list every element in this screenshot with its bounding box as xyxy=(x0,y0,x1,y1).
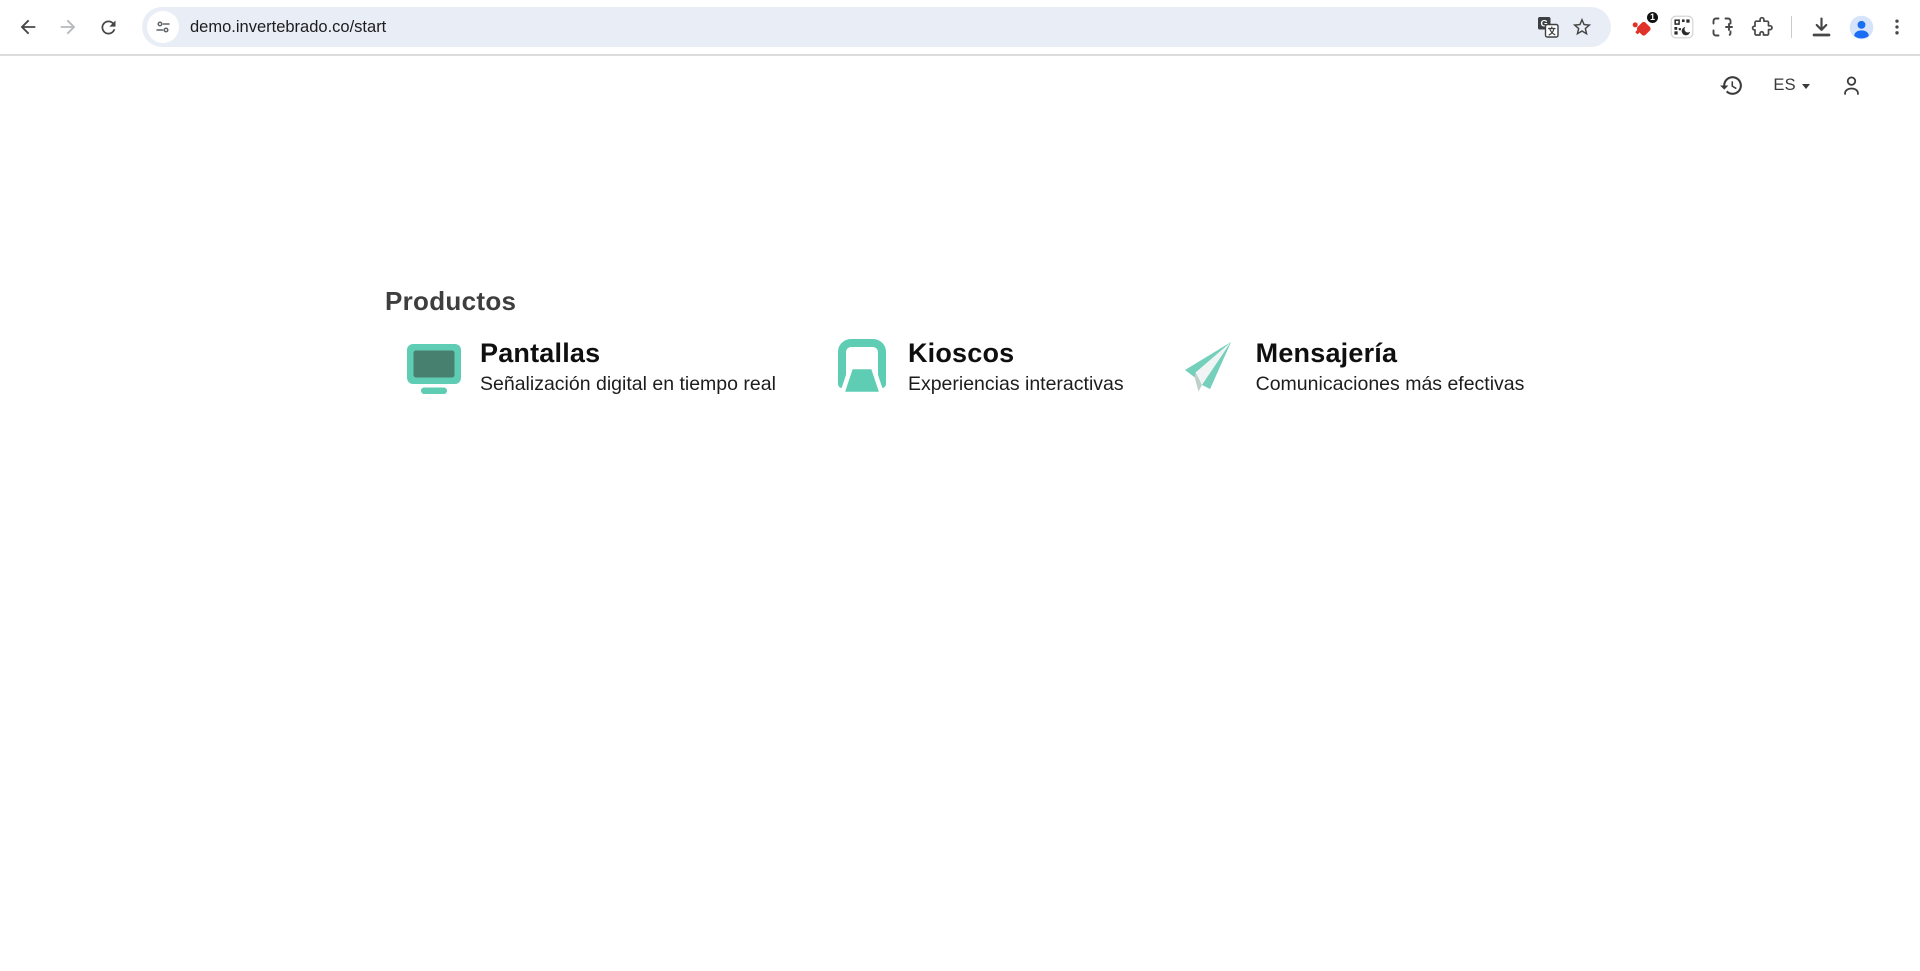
language-selector[interactable]: ES xyxy=(1773,76,1810,95)
product-item-kioscos[interactable]: Kioscos Experiencias interactivas xyxy=(833,337,1124,398)
browser-toolbar: demo.invertebrado.co/start G xyxy=(0,0,1920,56)
screen-capture-icon xyxy=(1710,15,1734,39)
product-text: Pantallas Señalización digital en tiempo… xyxy=(480,337,776,398)
translate-icon: G xyxy=(1536,15,1560,39)
tune-icon xyxy=(154,18,172,36)
product-subtitle: Comunicaciones más efectivas xyxy=(1256,372,1525,397)
toolbar-divider xyxy=(1791,16,1792,38)
products-section: Productos Pantallas Señalización digital… xyxy=(385,286,1524,398)
back-arrow-icon xyxy=(17,16,39,38)
product-item-pantallas[interactable]: Pantallas Señalización digital en tiempo… xyxy=(405,337,776,398)
download-icon xyxy=(1809,15,1834,40)
profile-avatar-icon xyxy=(1848,14,1875,41)
extensions-menu-button[interactable] xyxy=(1745,10,1779,44)
reload-icon xyxy=(98,17,119,38)
kiosk-icon xyxy=(833,337,891,397)
extension-badge: 1 xyxy=(1646,11,1659,24)
downloads-button[interactable] xyxy=(1804,10,1838,44)
products-heading: Productos xyxy=(385,286,1524,317)
kebab-menu-icon xyxy=(1887,17,1907,37)
product-text: Mensajería Comunicaciones más efectivas xyxy=(1256,337,1525,398)
qr-extension-button[interactable] xyxy=(1665,10,1699,44)
product-subtitle: Experiencias interactivas xyxy=(908,372,1124,397)
product-text: Kioscos Experiencias interactivas xyxy=(908,337,1124,398)
star-icon xyxy=(1571,16,1593,38)
reload-button[interactable] xyxy=(88,7,128,47)
user-profile-button[interactable] xyxy=(1837,71,1866,100)
url-text[interactable]: demo.invertebrado.co/start xyxy=(190,18,1531,37)
forward-button[interactable] xyxy=(48,7,88,47)
product-title: Kioscos xyxy=(908,337,1124,369)
forward-arrow-icon xyxy=(57,16,79,38)
red-extension-button[interactable]: 1 xyxy=(1625,10,1659,44)
monitor-icon xyxy=(405,337,463,397)
history-icon xyxy=(1719,73,1744,98)
site-info-chip[interactable] xyxy=(147,11,179,43)
back-button[interactable] xyxy=(8,7,48,47)
browser-profile-button[interactable] xyxy=(1844,10,1878,44)
paper-plane-icon xyxy=(1181,337,1239,397)
history-button[interactable] xyxy=(1717,71,1746,100)
product-title: Mensajería xyxy=(1256,337,1525,369)
product-item-mensajeria[interactable]: Mensajería Comunicaciones más efectivas xyxy=(1181,337,1525,398)
qr-code-icon xyxy=(1669,14,1695,40)
browser-menu-button[interactable] xyxy=(1884,10,1910,44)
extensions-area: 1 xyxy=(1625,10,1910,44)
language-label: ES xyxy=(1773,76,1796,95)
omnibox[interactable]: demo.invertebrado.co/start G xyxy=(142,7,1611,47)
product-title: Pantallas xyxy=(480,337,776,369)
product-subtitle: Señalización digital en tiempo real xyxy=(480,372,776,397)
page-content: ES Productos xyxy=(0,58,1920,971)
user-profile-icon xyxy=(1839,73,1864,98)
extensions-puzzle-icon xyxy=(1750,15,1774,39)
capture-extension-button[interactable] xyxy=(1705,10,1739,44)
page-header: ES xyxy=(1717,71,1866,100)
bookmark-button[interactable] xyxy=(1565,10,1599,44)
chevron-down-icon xyxy=(1802,84,1810,89)
product-row: Pantallas Señalización digital en tiempo… xyxy=(385,337,1524,398)
translate-button[interactable]: G xyxy=(1531,10,1565,44)
